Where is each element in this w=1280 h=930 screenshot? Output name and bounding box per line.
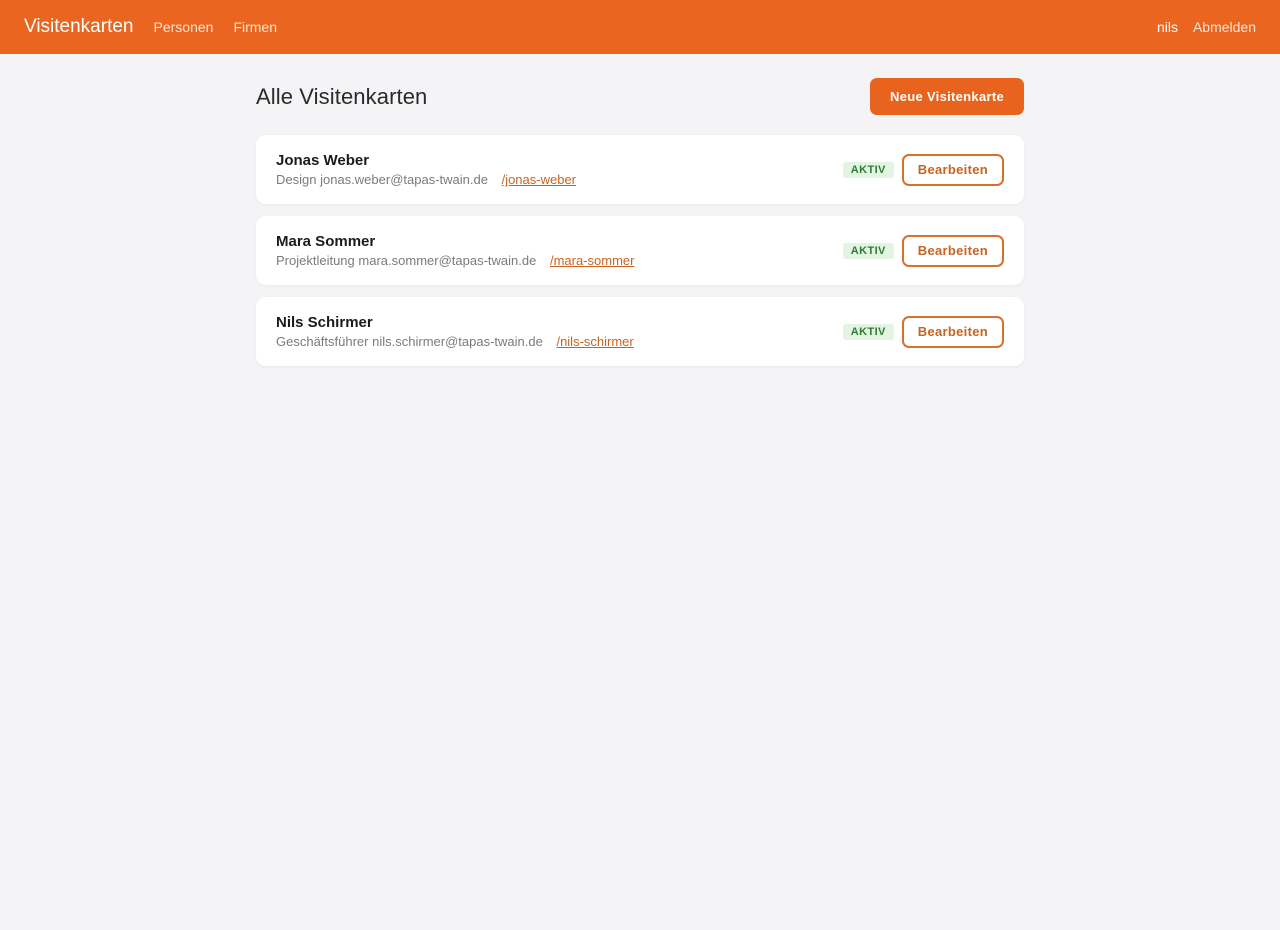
card-meta: Geschäftsführer nils.schirmer@tapas-twai… bbox=[276, 334, 634, 349]
card-info: Jonas Weber Design jonas.weber@tapas-twa… bbox=[276, 152, 576, 187]
card-role: Geschäftsführer bbox=[276, 334, 369, 349]
navbar-right: nils Abmelden bbox=[1157, 19, 1256, 35]
card-info: Nils Schirmer Geschäftsführer nils.schir… bbox=[276, 314, 634, 349]
card-person-name: Mara Sommer bbox=[276, 233, 376, 250]
new-card-button[interactable]: Neue Visitenkarte bbox=[870, 78, 1024, 115]
status-badge: AKTIV bbox=[842, 161, 894, 178]
edit-button[interactable]: Bearbeiten bbox=[901, 153, 1004, 186]
card-person-name: Jonas Weber bbox=[276, 152, 370, 169]
card-item: Mara Sommer Projektleitung mara.sommer@t… bbox=[256, 216, 1024, 285]
current-user: nils bbox=[1156, 19, 1178, 35]
card-email: jonas.weber@tapas-twain.de bbox=[320, 172, 488, 187]
nav-link-personen[interactable]: Personen bbox=[154, 19, 214, 35]
card-email: nils.schirmer@tapas-twain.de bbox=[372, 334, 543, 349]
logout-link[interactable]: Abmelden bbox=[1193, 19, 1256, 35]
page-title: Alle Visitenkarten bbox=[256, 83, 428, 109]
status-badge: AKTIV bbox=[842, 242, 894, 259]
card-item: Jonas Weber Design jonas.weber@tapas-twa… bbox=[256, 135, 1024, 204]
card-item: Nils Schirmer Geschäftsführer nils.schir… bbox=[256, 297, 1024, 366]
card-slug-link[interactable]: /mara-sommer bbox=[550, 253, 635, 268]
brand-link[interactable]: Visitenkarten bbox=[24, 16, 134, 38]
navbar-left: Visitenkarten Personen Firmen bbox=[24, 16, 297, 38]
status-badge: AKTIV bbox=[842, 323, 894, 340]
edit-button[interactable]: Bearbeiten bbox=[901, 234, 1004, 267]
card-person-name: Nils Schirmer bbox=[276, 314, 373, 331]
card-role: Projektleitung bbox=[276, 253, 355, 268]
main-content: Alle Visitenkarten Neue Visitenkarte Jon… bbox=[256, 78, 1024, 366]
card-role: Design bbox=[276, 172, 317, 187]
card-meta: Projektleitung mara.sommer@tapas-twain.d… bbox=[276, 253, 634, 268]
card-meta: Design jonas.weber@tapas-twain.de /jonas… bbox=[276, 172, 576, 187]
top-navbar: Visitenkarten Personen Firmen nils Abmel… bbox=[0, 0, 1280, 54]
card-info: Mara Sommer Projektleitung mara.sommer@t… bbox=[276, 233, 634, 268]
card-slug-link[interactable]: /jonas-weber bbox=[502, 172, 576, 187]
card-actions: AKTIV Bearbeiten bbox=[842, 153, 1004, 186]
card-actions: AKTIV Bearbeiten bbox=[842, 315, 1004, 348]
card-slug-link[interactable]: /nils-schirmer bbox=[556, 334, 633, 349]
edit-button[interactable]: Bearbeiten bbox=[901, 315, 1004, 348]
card-email: mara.sommer@tapas-twain.de bbox=[358, 253, 537, 268]
page-header: Alle Visitenkarten Neue Visitenkarte bbox=[256, 78, 1024, 115]
nav-link-firmen[interactable]: Firmen bbox=[233, 19, 277, 35]
card-actions: AKTIV Bearbeiten bbox=[842, 234, 1004, 267]
